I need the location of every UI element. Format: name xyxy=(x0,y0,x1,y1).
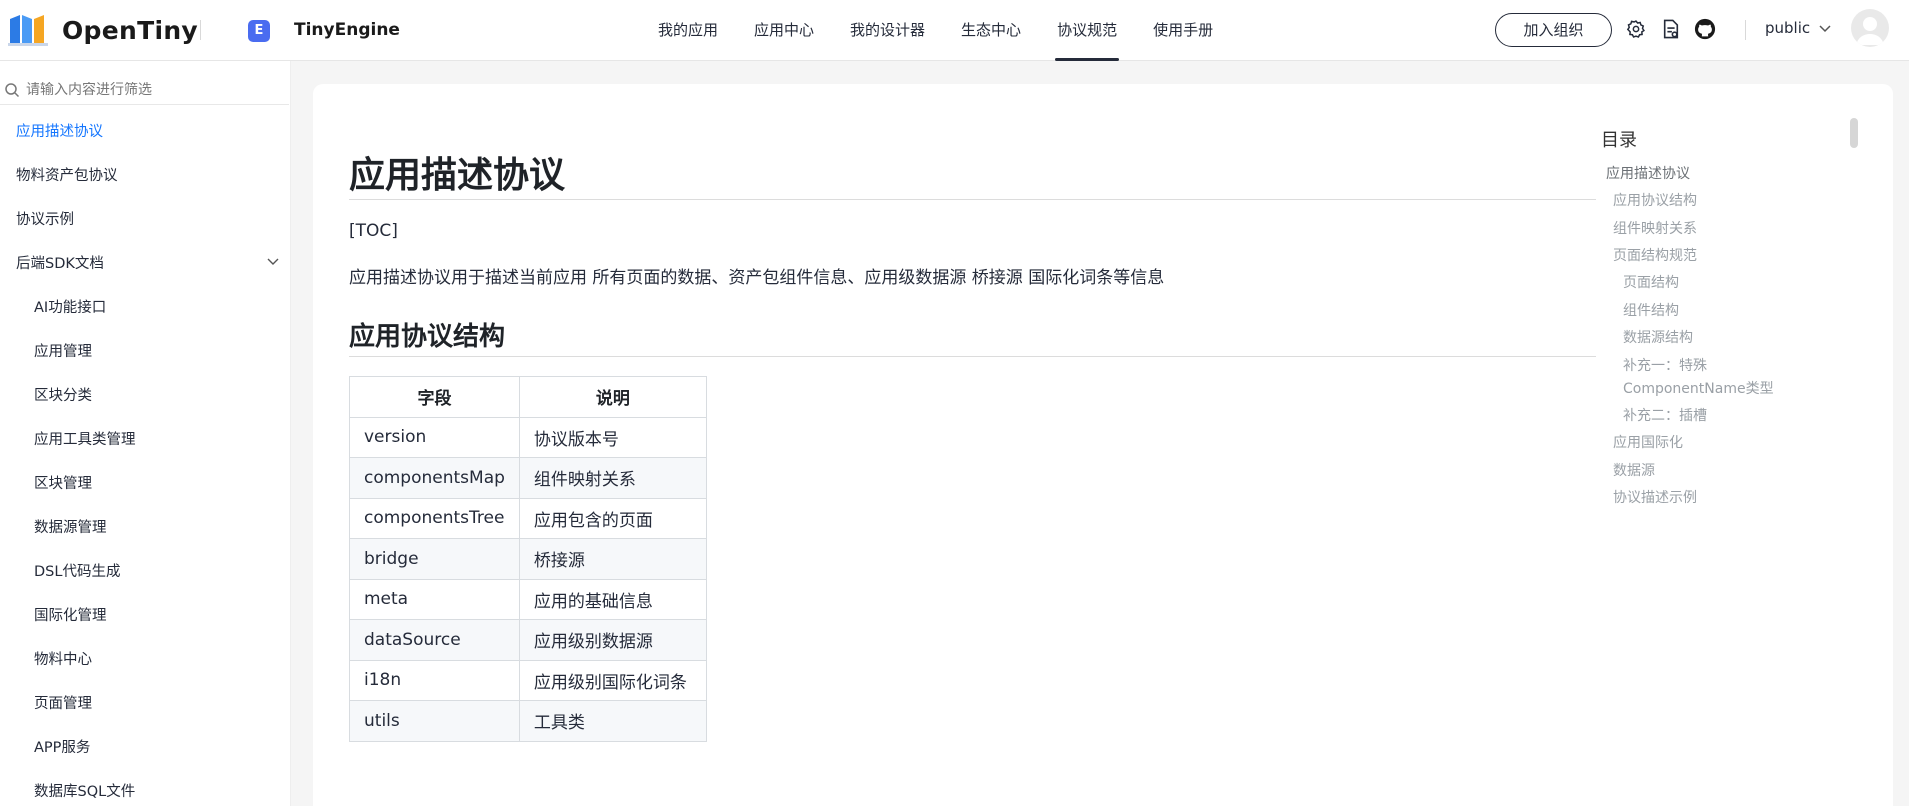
search-icon xyxy=(5,82,20,97)
sidebar-search-input[interactable] xyxy=(26,81,276,98)
sidebar-item-dsl-codegen[interactable]: DSL代码生成 xyxy=(34,560,120,581)
table-row: componentsTree 应用包含的页面 xyxy=(349,497,707,539)
toc-item[interactable]: 补充二：插槽 xyxy=(1623,405,1707,425)
toc-item[interactable]: 页面结构规范 xyxy=(1613,245,1697,265)
nav-manual[interactable]: 使用手册 xyxy=(1135,0,1231,61)
table-cell: version xyxy=(349,416,520,458)
table-cell: componentsTree xyxy=(349,497,520,539)
github-icon[interactable] xyxy=(1694,18,1716,40)
main-nav: 我的应用 应用中心 我的设计器 生态中心 协议规范 使用手册 xyxy=(640,0,1231,61)
nav-my-designer[interactable]: 我的设计器 xyxy=(832,0,943,61)
sidebar-search xyxy=(0,75,289,105)
opentiny-logo[interactable]: OpenTiny xyxy=(8,10,198,50)
toc-placeholder: [TOC] xyxy=(349,221,398,241)
chevron-down-icon[interactable] xyxy=(266,254,280,268)
table-cell: 工具类 xyxy=(518,700,707,742)
table-row: i18n 应用级别国际化词条 xyxy=(349,659,707,701)
table-cell: i18n xyxy=(349,659,520,701)
chevron-down-icon xyxy=(1819,25,1831,33)
header-divider xyxy=(200,20,201,40)
toc-item[interactable]: 数据源结构 xyxy=(1623,327,1693,347)
nav-ecosystem[interactable]: 生态中心 xyxy=(943,0,1039,61)
toc-item[interactable]: 协议描述示例 xyxy=(1613,487,1697,507)
toc-scrollbar[interactable] xyxy=(1850,118,1858,148)
nav-my-apps[interactable]: 我的应用 xyxy=(640,0,736,61)
join-org-button[interactable]: 加入组织 xyxy=(1495,13,1612,47)
toc-item[interactable]: 页面结构 xyxy=(1623,272,1679,292)
top-header: OpenTiny E TinyEngine 我的应用 应用中心 我的设计器 生态… xyxy=(0,0,1909,61)
sidebar-item-page-manage[interactable]: 页面管理 xyxy=(34,692,92,713)
toc-item[interactable]: 数据源 xyxy=(1613,460,1655,480)
table-header-row: 字段 说明 xyxy=(349,376,707,418)
toc-item[interactable]: 应用描述协议 xyxy=(1606,163,1690,183)
sidebar-item-app-protocol[interactable]: 应用描述协议 xyxy=(16,120,103,141)
section-divider xyxy=(349,356,1596,357)
avatar[interactable] xyxy=(1851,9,1889,47)
sidebar-item-backend-sdk[interactable]: 后端SDK文档 xyxy=(16,252,104,273)
sidebar-item-datasource[interactable]: 数据源管理 xyxy=(34,516,107,537)
toc-item[interactable]: ComponentName类型 xyxy=(1623,378,1774,398)
column-header-desc: 说明 xyxy=(518,376,707,418)
sidebar-item-i18n[interactable]: 国际化管理 xyxy=(34,604,107,625)
toc-item[interactable]: 应用协议结构 xyxy=(1613,190,1697,210)
section-title: 应用协议结构 xyxy=(349,322,506,352)
sidebar-item-app-manage[interactable]: 应用管理 xyxy=(34,340,92,361)
sidebar-item-ai-api[interactable]: AI功能接口 xyxy=(34,296,106,317)
gear-icon[interactable] xyxy=(1625,18,1647,40)
table-cell: meta xyxy=(349,578,520,620)
nav-app-center[interactable]: 应用中心 xyxy=(736,0,832,61)
logo-text: OpenTiny xyxy=(62,15,199,45)
sidebar-item-block-category[interactable]: 区块分类 xyxy=(34,384,92,405)
table-row: dataSource 应用级别数据源 xyxy=(349,619,707,661)
toc-title: 目录 xyxy=(1601,130,1637,151)
table-cell: 协议版本号 xyxy=(518,416,707,458)
table-cell: 桥接源 xyxy=(518,538,707,580)
tinyengine-icon: E xyxy=(248,20,270,42)
table-cell: utils xyxy=(349,700,520,742)
table-row: componentsMap 组件映射关系 xyxy=(349,457,707,499)
nav-protocol[interactable]: 协议规范 xyxy=(1039,0,1135,61)
toc-item[interactable]: 应用国际化 xyxy=(1613,432,1683,452)
document-icon[interactable] xyxy=(1660,18,1682,40)
product-name: TinyEngine xyxy=(294,20,400,40)
toc-item[interactable]: 补充一：特殊 xyxy=(1623,355,1707,375)
sidebar-item-material-protocol[interactable]: 物料资产包协议 xyxy=(16,164,118,185)
sidebar-item-app-utils[interactable]: 应用工具类管理 xyxy=(34,428,136,449)
sidebar-item-material-center[interactable]: 物料中心 xyxy=(34,648,92,669)
table-row: bridge 桥接源 xyxy=(349,538,707,580)
toc-item[interactable]: 组件映射关系 xyxy=(1613,218,1697,238)
table-cell: bridge xyxy=(349,538,520,580)
title-divider xyxy=(349,199,1596,200)
table-cell: 应用的基础信息 xyxy=(518,578,707,620)
sidebar-item-protocol-example[interactable]: 协议示例 xyxy=(16,208,74,229)
column-header-field: 字段 xyxy=(349,376,520,418)
table-cell: dataSource xyxy=(349,619,520,661)
table-cell: 应用包含的页面 xyxy=(518,497,707,539)
table-row: version 协议版本号 xyxy=(349,416,707,458)
table-cell: 应用级别国际化词条 xyxy=(518,659,707,701)
toc-item[interactable]: 组件结构 xyxy=(1623,300,1679,320)
intro-paragraph: 应用描述协议用于描述当前应用 所有页面的数据、资产包组件信息、应用级数据源 桥接… xyxy=(349,268,1165,288)
protocol-table: 字段 说明 version 协议版本号 componentsMap 组件映射关系 c… xyxy=(349,376,707,742)
table-row: meta 应用的基础信息 xyxy=(349,578,707,620)
sidebar-item-block-manage[interactable]: 区块管理 xyxy=(34,472,92,493)
page-title: 应用描述协议 xyxy=(349,155,566,196)
tenant-selector[interactable]: public xyxy=(1765,19,1832,37)
header-divider-right xyxy=(1745,20,1746,40)
table-cell: 应用级别数据源 xyxy=(518,619,707,661)
table-row: utils 工具类 xyxy=(349,700,707,742)
tenant-label: public xyxy=(1765,19,1811,37)
table-cell: componentsMap xyxy=(349,457,520,499)
sidebar-item-app-service[interactable]: APP服务 xyxy=(34,736,90,757)
sidebar-item-sql-file[interactable]: 数据库SQL文件 xyxy=(34,780,135,801)
opentiny-logo-icon xyxy=(8,15,48,46)
table-cell: 组件映射关系 xyxy=(518,457,707,499)
